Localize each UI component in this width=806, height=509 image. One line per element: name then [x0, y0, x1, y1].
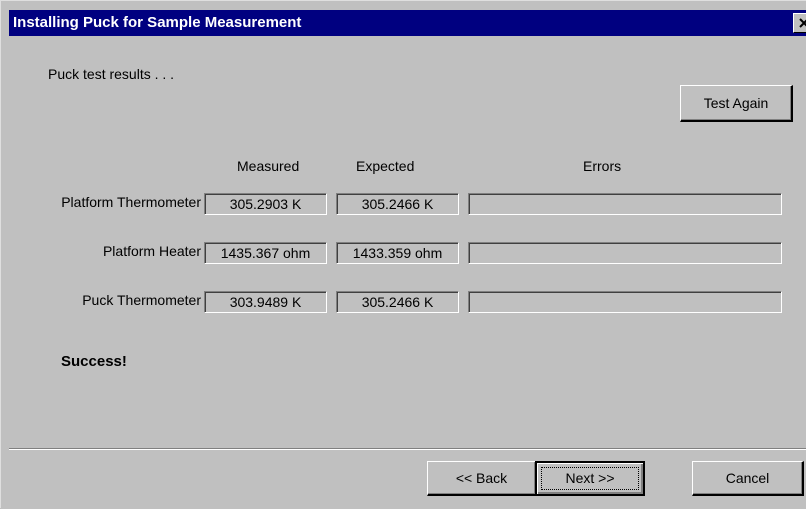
- measured-field-platform-thermometer: 305.2903 K: [204, 193, 327, 215]
- cancel-button[interactable]: Cancel: [692, 461, 804, 496]
- wizard-content: Puck test results . . . Test Again Measu…: [9, 36, 806, 448]
- back-button[interactable]: << Back: [427, 461, 537, 496]
- intro-text: Puck test results . . .: [48, 66, 175, 82]
- test-again-label: Test Again: [703, 95, 769, 111]
- measured-field-platform-heater: 1435.367 ohm: [204, 242, 327, 264]
- cancel-label: Cancel: [725, 470, 770, 486]
- expected-field-platform-thermometer: 305.2466 K: [336, 193, 459, 215]
- next-button[interactable]: Next >>: [535, 461, 645, 496]
- button-bar: << Back Next >> Cancel: [9, 450, 806, 509]
- errors-field-platform-thermometer: [468, 193, 782, 215]
- row-label-puck-thermometer: Puck Thermometer: [82, 292, 201, 308]
- window-title: Installing Puck for Sample Measurement: [13, 14, 302, 31]
- close-icon: [799, 18, 806, 28]
- column-header-measured: Measured: [237, 158, 300, 174]
- column-header-errors: Errors: [583, 158, 622, 174]
- test-again-button[interactable]: Test Again: [680, 85, 793, 122]
- row-label-platform-heater: Platform Heater: [102, 243, 201, 259]
- expected-field-platform-heater: 1433.359 ohm: [336, 242, 459, 264]
- title-bar[interactable]: Installing Puck for Sample Measurement: [9, 10, 806, 36]
- errors-field-platform-heater: [468, 242, 782, 264]
- close-button[interactable]: [793, 13, 806, 33]
- back-label: << Back: [455, 470, 508, 486]
- column-header-expected: Expected: [356, 158, 415, 174]
- expected-field-puck-thermometer: 305.2466 K: [336, 291, 459, 313]
- status-text: Success!: [61, 353, 127, 370]
- measured-field-puck-thermometer: 303.9489 K: [204, 291, 327, 313]
- focus-rectangle: [541, 467, 639, 490]
- errors-field-puck-thermometer: [468, 291, 782, 313]
- wizard-window: Installing Puck for Sample Measurement P…: [0, 0, 806, 509]
- row-label-platform-thermometer: Platform Thermometer: [61, 194, 201, 210]
